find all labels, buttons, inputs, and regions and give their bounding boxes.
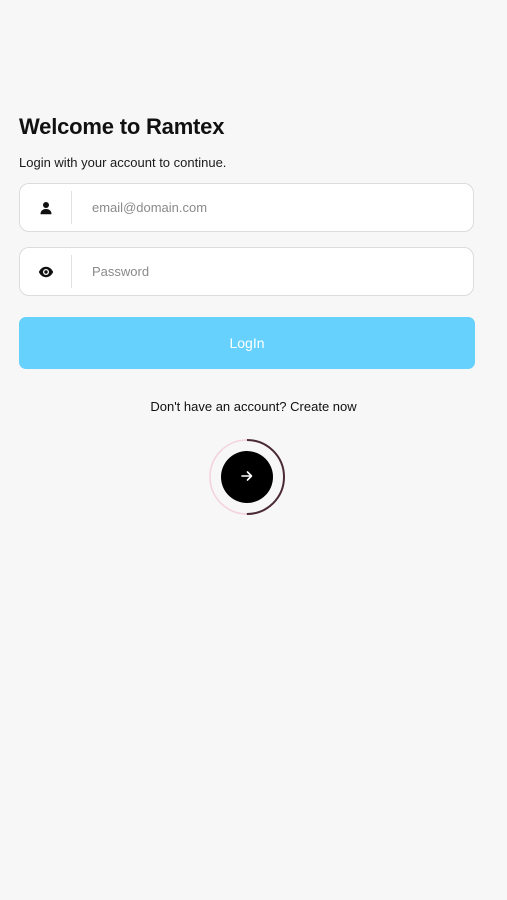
signup-prompt-text: Don't have an account? — [150, 399, 287, 414]
password-field-container — [19, 247, 474, 296]
email-input[interactable] — [72, 184, 473, 231]
next-button[interactable] — [221, 451, 273, 503]
next-button-wrapper — [208, 438, 286, 516]
create-account-link[interactable]: Create now — [290, 399, 356, 414]
login-screen: Welcome to Ramtex Login with your accoun… — [0, 0, 507, 900]
user-icon — [20, 184, 71, 231]
page-subtitle: Login with your account to continue. — [19, 155, 227, 170]
page-title: Welcome to Ramtex — [19, 114, 225, 139]
signup-prompt-row: Don't have an account? Create now — [0, 399, 507, 415]
arrow-right-icon — [241, 470, 253, 485]
email-field-container — [19, 183, 474, 232]
password-input[interactable] — [72, 248, 473, 295]
login-button[interactable]: LogIn — [19, 317, 475, 369]
eye-icon[interactable] — [20, 248, 71, 295]
